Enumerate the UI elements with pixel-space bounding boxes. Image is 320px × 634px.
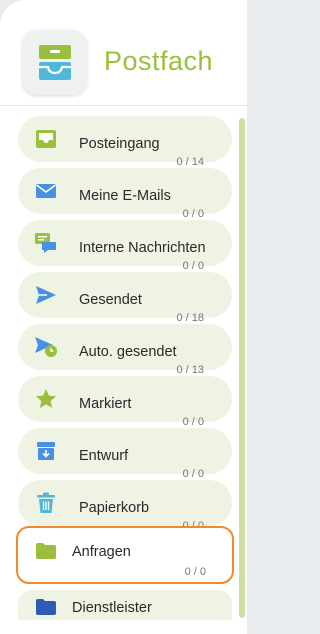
folder-item-posteingang[interactable]: Posteingang 0 / 14 [18,116,232,168]
folder-label: Gesendet [79,292,142,308]
scrollbar[interactable] [239,118,245,618]
folder-item-entwurf[interactable]: Entwurf 0 / 0 [18,428,232,480]
folder-item-markiert[interactable]: Markiert 0 / 0 [18,376,232,428]
folder-count: 0 / 18 [176,312,204,324]
folder-item-meine-emails[interactable]: Meine E-Mails 0 / 0 [18,168,232,220]
folder-count: 0 / 14 [176,156,204,168]
star-icon [34,387,58,411]
folder-item-anfragen[interactable]: Anfragen 0 / 0 [16,526,234,584]
folder-count: 0 / 0 [182,468,204,480]
folder-item-auto-gesendet[interactable]: Auto. gesendet 0 / 13 [18,324,232,376]
folder-label: Meine E-Mails [79,188,171,204]
folder-item-gesendet[interactable]: Gesendet 0 / 18 [18,272,232,324]
page-title: Postfach [104,46,214,76]
draft-icon [34,439,58,463]
folder-count: 0 / 0 [182,260,204,272]
folder-count: 0 / 13 [176,364,204,376]
folder-label: Papierkorb [79,500,150,516]
chat-icon [34,231,58,255]
folder-count: 0 / 0 [184,566,206,578]
folder-count: 0 / 0 [182,208,204,220]
mailbox-header: Postfach [0,0,247,106]
folder-label: Anfragen [72,544,131,560]
inbox-icon [34,127,58,151]
folder-icon [34,539,58,563]
folder-label: Entwurf [79,448,129,464]
folder-label: Dienstleister [72,600,152,616]
folder-item-papierkorb[interactable]: Papierkorb 0 / 0 [18,480,232,532]
folder-item-interne-nachrichten[interactable]: Interne Nachrichten 0 / 0 [18,220,232,272]
send-icon [34,283,58,307]
scheduled-send-icon [34,335,58,359]
folder-count: 0 / 0 [182,416,204,428]
folder-label: Markiert [79,396,132,412]
envelope-icon [34,179,58,203]
folder-icon [34,595,58,619]
folder-label: Interne Nachrichten [79,240,206,256]
inbox-tray-icon [22,30,87,95]
trash-icon [34,491,58,515]
folder-item-dienstleister[interactable]: Dienstleister [18,590,232,620]
folder-label: Auto. gesendet [79,344,177,360]
mailbox-panel: Postfach Posteingang 0 / 14 Meine E-Mail… [0,0,247,634]
folder-label: Posteingang [79,136,160,152]
